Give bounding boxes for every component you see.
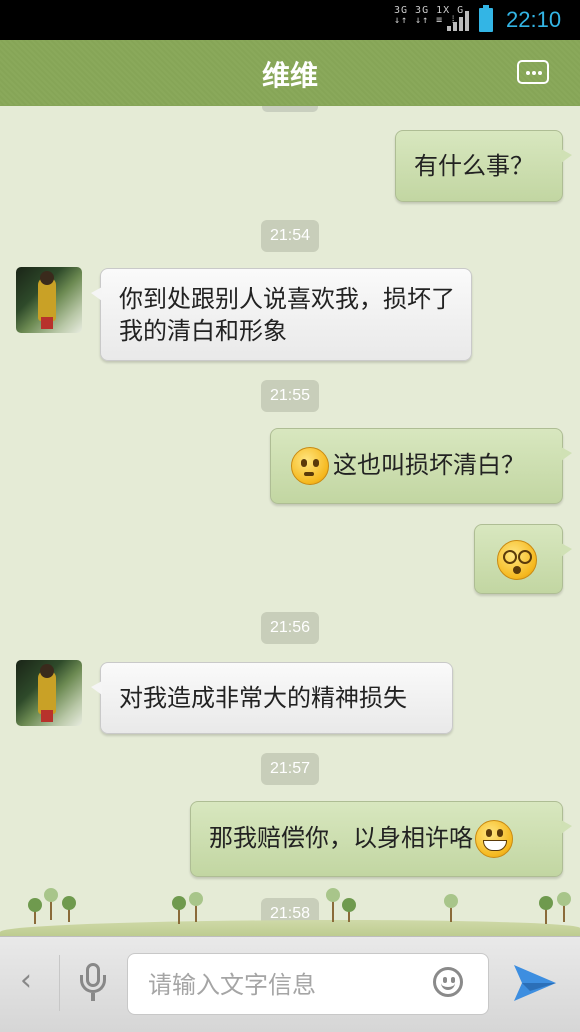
title-bar: 维维: [0, 40, 580, 110]
tree-icon: [326, 888, 340, 922]
send-icon[interactable]: [512, 961, 558, 1005]
thinking-emoji-icon: [291, 447, 329, 485]
tree-icon: [342, 898, 356, 922]
timestamp: 21:55: [261, 380, 319, 412]
message-bubble-outgoing[interactable]: 有什么事？: [395, 130, 572, 202]
tree-icon: [28, 898, 42, 924]
message-text: 那我赔偿你，以身相许咯: [209, 824, 473, 852]
message-bubble-incoming[interactable]: 你到处跟别人说喜欢我，损坏了我的清白和形象: [91, 268, 472, 361]
timestamp: 21:54: [261, 220, 319, 252]
message-text: 你到处跟别人说喜欢我，损坏了我的清白和形象: [119, 284, 455, 345]
dizzy-emoji-icon: [497, 540, 537, 580]
avatar[interactable]: [16, 660, 82, 726]
message-text: 有什么事？: [414, 152, 534, 180]
tree-icon: [557, 892, 571, 922]
chat-title: 维维: [261, 59, 318, 92]
message-content: 这也叫损坏清白？: [291, 447, 548, 485]
timestamp: 21:56: [261, 612, 319, 644]
back-chevron-icon[interactable]: ‹: [20, 963, 32, 998]
message-bubble-outgoing[interactable]: 那我赔偿你，以身相许咯: [190, 801, 572, 877]
message-text: 对我造成非常大的精神损失: [119, 684, 407, 712]
status-bar: 3G 3G 1X G ↓↑ ↓↑ ≡ ⁞ 22:10: [0, 0, 580, 40]
clock: 22:10: [506, 7, 562, 32]
divider: [59, 955, 60, 1011]
message-content: 那我赔偿你，以身相许咯: [209, 820, 548, 858]
more-icon[interactable]: [517, 60, 549, 84]
microphone-icon[interactable]: [80, 963, 106, 1003]
message-input[interactable]: [146, 954, 420, 1016]
signal-icon: [447, 11, 469, 31]
battery-icon: [479, 5, 493, 32]
avatar[interactable]: [16, 267, 82, 333]
timestamp: 21:57: [261, 753, 319, 785]
grin-emoji-icon: [475, 820, 513, 858]
smiley-icon[interactable]: [433, 967, 463, 997]
tree-icon: [44, 888, 58, 920]
input-bar: ‹: [0, 936, 580, 1032]
tree-icon: [539, 896, 553, 924]
message-input-field[interactable]: [127, 953, 489, 1016]
message-text: 这也叫损坏清白？: [333, 451, 525, 479]
tree-icon: [444, 894, 458, 922]
message-bubble-outgoing[interactable]: [474, 524, 572, 594]
message-bubble-incoming[interactable]: 对我造成非常大的精神损失: [91, 662, 453, 734]
tree-icon: [172, 896, 186, 924]
tree-icon: [189, 892, 203, 922]
message-bubble-outgoing[interactable]: 这也叫损坏清白？: [270, 428, 572, 504]
scroll-edge: [262, 106, 318, 112]
tree-icon: [62, 896, 76, 922]
chat-area[interactable]: 有什么事？ 21:54 你到处跟别人说喜欢我，损坏了我的清白和形象 21:55 …: [0, 106, 580, 936]
